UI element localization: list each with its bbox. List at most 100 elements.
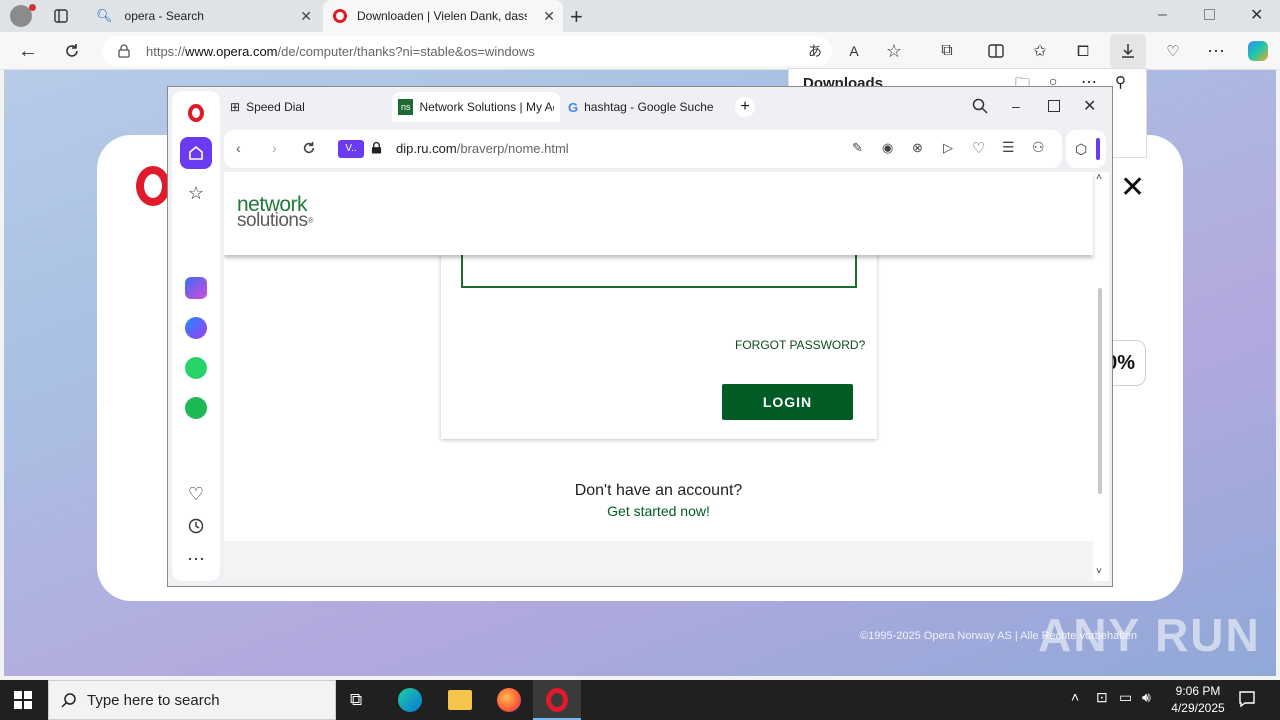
forgot-password-link[interactable]: FORGOT PASSWORD? — [735, 338, 865, 352]
windows-start-icon[interactable] — [14, 691, 32, 709]
opera-close-button[interactable]: ✕ — [1083, 96, 1096, 116]
clock[interactable]: 9:06 PM 4/29/2025 — [1162, 684, 1234, 715]
refresh-icon[interactable] — [57, 36, 87, 66]
history-icon[interactable] — [180, 510, 212, 542]
opera-tab-title: Network Solutions | My Ac — [419, 100, 554, 114]
restore-button[interactable] — [1204, 9, 1215, 20]
easy-setup-icon[interactable]: ☰ — [1002, 139, 1015, 156]
collections-icon[interactable]: ⧠ — [1068, 36, 1098, 66]
home-icon[interactable] — [180, 137, 212, 169]
edge-tab-opera-search[interactable]: 🔍︎ opera - Search ✕ — [86, 0, 320, 32]
browser-essentials-icon[interactable]: ♡ — [1158, 36, 1188, 66]
close-icon[interactable]: ✕ — [543, 8, 555, 25]
task-view-icon[interactable]: ⧉ — [350, 690, 362, 710]
opera-tab-hashtag[interactable]: G hashtag - Google Suche — [562, 92, 732, 122]
edge-address-bar[interactable]: https:// www.opera.com /de/computer/than… — [102, 36, 832, 66]
minimize-button[interactable]: – — [1158, 6, 1167, 24]
vpn-badge[interactable]: V.. — [338, 140, 364, 158]
opera-new-tab-button[interactable]: + — [735, 97, 755, 117]
reload-icon[interactable] — [302, 141, 316, 155]
volume-icon[interactable]: 🔊︎ — [1142, 689, 1151, 706]
extensions-cube-icon[interactable]: ⬡ — [1075, 141, 1087, 158]
opera-logo-icon — [136, 166, 170, 206]
opera-tab-title: Speed Dial — [246, 100, 305, 114]
forward-icon[interactable]: › — [272, 140, 277, 156]
scroll-up-arrow[interactable]: ˄ — [1096, 172, 1102, 183]
profile-avatar[interactable] — [10, 4, 36, 27]
password-field[interactable] — [461, 252, 857, 288]
firefox-icon[interactable] — [497, 688, 521, 712]
heart-icon[interactable]: ♡ — [180, 478, 212, 510]
edit-icon[interactable]: ✎ — [852, 140, 863, 156]
adblock-icon[interactable]: ⊗ — [912, 140, 923, 156]
split-screen-icon[interactable] — [981, 36, 1011, 66]
extensions-icon[interactable]: ⧉ — [932, 36, 962, 66]
ai-app-icon[interactable] — [180, 272, 212, 304]
pin-icon[interactable]: ⚲ — [1115, 73, 1126, 91]
taskbar-search-box[interactable]: Type here to search — [48, 680, 336, 720]
opera-maximize-button[interactable] — [1048, 100, 1060, 112]
opera-tab-speed-dial[interactable]: ⊞ Speed Dial — [224, 92, 384, 122]
more-menu-icon[interactable]: ⋯ — [1201, 36, 1231, 66]
favorites-icon[interactable]: ✩ — [1025, 36, 1055, 66]
close-icon[interactable]: ✕ — [300, 8, 312, 25]
opera-address-bar[interactable]: ‹ › V.. dip.ru.com/braverp/nome.html ✎ ◉… — [224, 130, 1062, 168]
opera-search-tabs-icon[interactable] — [972, 98, 988, 114]
no-account-text: Don't have an account? — [574, 482, 743, 499]
read-aloud-icon[interactable]: A — [839, 36, 869, 66]
network-solutions-logo[interactable]: network solutions® — [237, 194, 313, 231]
logo-line2-text: solutions — [237, 210, 308, 231]
edge-tab-title: opera - Search — [124, 9, 204, 23]
back-icon[interactable]: ← — [13, 36, 43, 66]
edge-taskbar-icon[interactable] — [398, 688, 422, 712]
tray-chevron-icon[interactable]: ˄ — [1071, 689, 1079, 705]
opera-url-path: /braverp/nome.html — [456, 141, 569, 156]
login-button[interactable]: LOGIN — [722, 384, 853, 420]
accent-bar — [1096, 138, 1100, 160]
new-tab-button[interactable]: + — [570, 4, 583, 30]
downloads-icon[interactable] — [1110, 34, 1146, 68]
back-icon[interactable]: ‹ — [236, 140, 241, 156]
translate-icon[interactable]: あ — [800, 36, 830, 66]
lock-icon — [118, 44, 130, 58]
scroll-thumb[interactable] — [1098, 288, 1102, 494]
scrollbar[interactable]: ˄ ˅ — [1093, 172, 1109, 581]
network-icon[interactable]: ⊡ — [1096, 689, 1108, 706]
edge-tab-title: Downloaden | Vielen Dank, dass Sie — [357, 9, 527, 23]
player-icon[interactable]: ▷ — [943, 140, 953, 156]
snapshot-camera-icon[interactable]: ◉ — [882, 140, 893, 156]
close-overlay-icon[interactable]: ✕ — [1120, 170, 1145, 205]
file-explorer-icon[interactable] — [448, 690, 472, 710]
opera-tab-network-solutions[interactable]: ns Network Solutions | My Ac — [392, 92, 560, 122]
display-icon[interactable]: ▭ — [1119, 689, 1132, 706]
copilot-icon[interactable] — [1243, 36, 1273, 66]
url-prefix: https:// — [146, 43, 186, 59]
get-started-link[interactable]: Get started now! — [224, 503, 1093, 519]
heart-icon[interactable]: ♡ — [972, 139, 985, 157]
page-footer — [224, 541, 1093, 581]
close-window-button[interactable]: ✕ — [1250, 5, 1263, 25]
ns-header: network solutions® — [224, 172, 1093, 255]
favorite-star-icon[interactable]: ☆ — [879, 36, 909, 66]
opera-minimize-button[interactable]: – — [1012, 98, 1020, 114]
messenger-icon[interactable] — [180, 312, 212, 344]
opera-taskbar-icon[interactable] — [533, 680, 581, 720]
network-solutions-page: FORGOT PASSWORD? LOGIN Don't have an acc… — [224, 172, 1109, 581]
search-icon: 🔍︎ — [96, 8, 113, 23]
spotify-icon[interactable] — [180, 392, 212, 424]
edge-tab-opera-download[interactable]: Downloaden | Vielen Dank, dass Sie ✕ — [323, 0, 563, 32]
speed-dial-icon: ⊞ — [230, 100, 241, 114]
opera-logo-icon — [333, 9, 347, 23]
sidebar-more-icon[interactable]: ⋯ — [180, 543, 212, 575]
clock-time: 9:06 PM — [1175, 684, 1221, 698]
pinboard-icon[interactable]: ☆ — [180, 177, 212, 209]
ns-favicon-icon: ns — [398, 99, 414, 115]
opera-menu-logo-icon[interactable] — [180, 97, 212, 129]
logo-line2: solutions® — [237, 210, 313, 231]
opera-extensions-area[interactable]: ⬡ — [1066, 130, 1106, 168]
tab-actions-icon[interactable] — [46, 1, 76, 31]
whatsapp-icon[interactable] — [180, 352, 212, 384]
scroll-down-arrow[interactable]: ˅ — [1096, 566, 1102, 577]
profile-icon[interactable]: ⚇ — [1032, 139, 1045, 156]
notifications-icon[interactable] — [1238, 690, 1256, 708]
